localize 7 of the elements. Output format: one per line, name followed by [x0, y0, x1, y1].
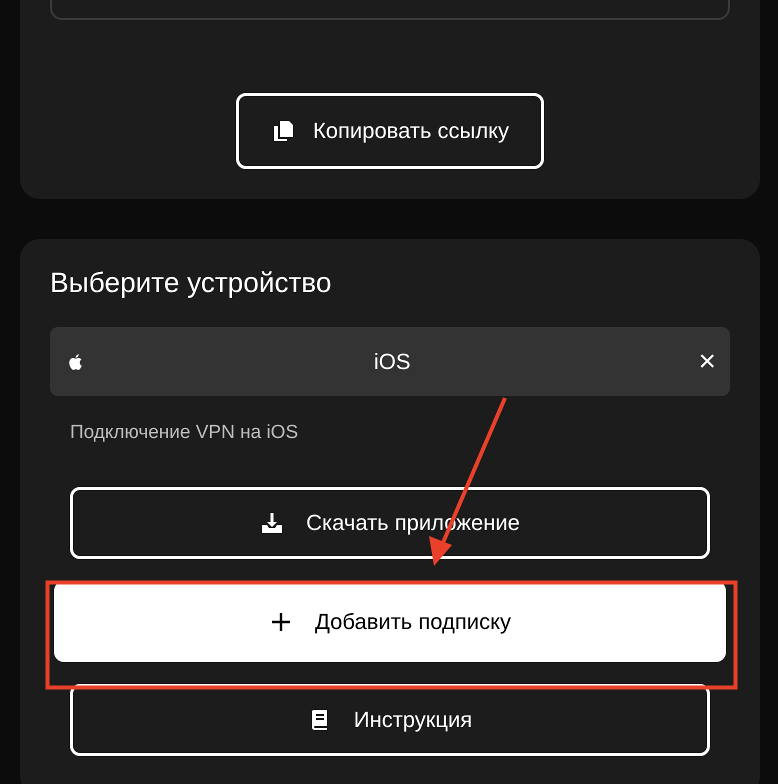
device-description: Подключение VPN на iOS — [70, 422, 300, 444]
instruction-button[interactable]: Инструкция — [70, 684, 710, 756]
selected-device: iOS — [372, 348, 412, 374]
device-select[interactable]: iOS × — [50, 327, 730, 396]
copy-link-button[interactable]: Копировать ссылку — [236, 93, 544, 169]
section-title: Выберите устройство — [50, 267, 332, 299]
clear-button[interactable]: × — [698, 344, 716, 378]
